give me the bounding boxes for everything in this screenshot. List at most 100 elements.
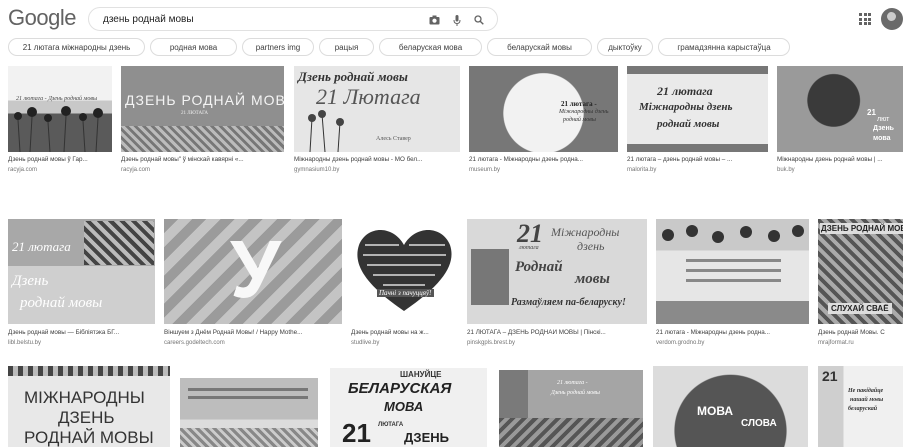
image-result[interactable]: Дзень роднай мовы 21 Лютага Алесь Ставер… bbox=[294, 66, 460, 180]
image-result[interactable]: 21 лютага Міжнародны дзень Роднай мовы Р… bbox=[467, 219, 647, 354]
search-box[interactable] bbox=[88, 7, 498, 31]
image-result[interactable]: 21 лютага - Міжнародны дзень роднай мовы… bbox=[469, 66, 618, 180]
image-result[interactable]: ДЗЕНЬ РОДНАЙ МОВЫ СЛУХАЙ СВАЁ Дзень родн… bbox=[818, 219, 903, 354]
image-result[interactable]: 21 лютага - Дзень роднай мовы Дзень родн… bbox=[8, 66, 112, 180]
result-thumbnail[interactable]: Пачні з пачуццяў! bbox=[351, 219, 458, 324]
result-source[interactable]: pinskgpls.brest.by bbox=[467, 339, 647, 347]
result-source[interactable]: libl.belstu.by bbox=[8, 339, 155, 347]
result-source[interactable]: museum.by bbox=[469, 166, 618, 174]
result-thumbnail[interactable]: 21 лютага - Міжнародны дзень роднай мовы bbox=[469, 66, 618, 152]
result-thumbnail[interactable] bbox=[180, 378, 318, 447]
result-source[interactable]: malorita.by bbox=[627, 166, 768, 174]
chip-related-search[interactable]: беларускай мовы bbox=[487, 38, 592, 56]
image-result[interactable]: 21 Не пакідайце нашай мовы беларускай bbox=[818, 366, 903, 447]
chip-related-search[interactable]: partners img bbox=[242, 38, 314, 56]
chip-related-search[interactable]: родная мова bbox=[150, 38, 237, 56]
result-source[interactable]: racyja.com bbox=[121, 166, 284, 174]
search-icon[interactable] bbox=[471, 12, 487, 28]
result-thumbnail[interactable]: ШАНУЙЦЕ БЕЛАРУСКАЯ МОВА 21 ЛЮТАГА ДЗЕНЬ bbox=[330, 368, 487, 447]
thumbnail-text: роднай мовы bbox=[657, 118, 720, 130]
result-thumbnail[interactable]: 21 лютага Міжнародны дзень Роднай мовы Р… bbox=[467, 219, 647, 324]
result-thumbnail[interactable]: 21 Не пакідайце нашай мовы беларускай bbox=[818, 366, 903, 447]
chip-related-search[interactable]: беларуская мова bbox=[379, 38, 482, 56]
image-result[interactable] bbox=[180, 378, 318, 447]
result-source[interactable]: racyja.com bbox=[8, 166, 112, 174]
image-result[interactable]: 21 лютага - Міжнародны дзень родна... ve… bbox=[656, 219, 809, 354]
image-result[interactable]: 21 лютага Дзень роднай мовы Дзень роднай… bbox=[8, 219, 155, 354]
camera-icon[interactable] bbox=[426, 12, 442, 28]
chip-related-search[interactable]: рацыя bbox=[319, 38, 374, 56]
thumbnail-text: 21 лютага bbox=[12, 239, 71, 254]
result-caption[interactable]: 21 лютага – дзень роднай мовы – ... bbox=[627, 156, 768, 164]
google-logo[interactable]: Google bbox=[8, 5, 76, 31]
result-source[interactable]: mrajformat.ru bbox=[818, 339, 903, 347]
thumbnail-text: ДЗЕНЬ РОДНАЙ МОВЫ bbox=[125, 92, 284, 108]
text-line bbox=[686, 269, 781, 272]
result-caption[interactable]: Дзень роднай мовы ў Гар... bbox=[8, 156, 112, 164]
account-avatar[interactable] bbox=[881, 8, 903, 30]
thumbnail-text: Міжнародны дзень bbox=[639, 101, 733, 113]
result-thumbnail[interactable]: ДЗЕНЬ РОДНАЙ МОВЫ 21 ЛЮТАГА bbox=[121, 66, 284, 152]
thumbnail-text: роднай мовы bbox=[20, 295, 103, 311]
chip-related-search[interactable]: грамадзянна карыстаўца bbox=[658, 38, 790, 56]
image-result[interactable]: 21 лют Дзень мова Міжнародны дзень родна… bbox=[777, 66, 903, 180]
image-result[interactable]: У Віншуем з Днём Роднай Мовы! / Happy Mo… bbox=[164, 219, 342, 354]
result-thumbnail[interactable]: 21 лютага Міжнародны дзень роднай мовы bbox=[627, 66, 768, 152]
result-caption[interactable]: 21 лютага - Міжнародны дзень родна... bbox=[656, 329, 809, 337]
result-caption[interactable]: Дзень роднай мовы" ў мінскай кавярні «..… bbox=[121, 156, 284, 164]
chip-related-search[interactable]: 21 лютага міжнародны дзень bbox=[8, 38, 145, 56]
ornament-pattern bbox=[180, 428, 318, 447]
thumbnail-text: 21 bbox=[867, 108, 876, 117]
thumbnail-text: Дзень роднай мовы bbox=[551, 390, 600, 396]
thumbnail-text: 21 лютага - Дзень роднай мовы bbox=[16, 96, 98, 102]
result-source[interactable]: studlive.by bbox=[351, 339, 458, 347]
flowers-graphic bbox=[308, 110, 344, 152]
result-thumbnail[interactable]: ДЗЕНЬ РОДНАЙ МОВЫ СЛУХАЙ СВАЁ bbox=[818, 219, 903, 324]
result-thumbnail[interactable]: МІЖНАРОДНЫ ДЗЕНЬ РОДНАЙ МОВЫ bbox=[8, 366, 170, 447]
result-caption[interactable]: Дзень роднай мовы на ж... bbox=[351, 329, 458, 337]
image-result[interactable]: Пачні з пачуццяў! Дзень роднай мовы на ж… bbox=[351, 219, 458, 354]
result-source[interactable]: buk.by bbox=[777, 166, 903, 174]
thumbnail-text: 21 bbox=[342, 418, 371, 447]
thumbnail-text: МОВА bbox=[697, 404, 734, 418]
thumbnail-text: У bbox=[230, 224, 282, 315]
image-result[interactable]: 21 лютага Міжнародны дзень роднай мовы 2… bbox=[627, 66, 768, 180]
result-thumbnail[interactable] bbox=[656, 219, 809, 324]
result-caption[interactable]: Дзень роднай Мовы. С bbox=[818, 329, 903, 337]
image-result[interactable]: 21 лютага - Дзень роднай мовы bbox=[499, 370, 643, 447]
result-caption[interactable]: 21 ЛЮТАГА – ДЗЕНЬ РОДНАЙ МОВЫ | Пінскі..… bbox=[467, 329, 647, 337]
result-source[interactable]: verdom.grodno.by bbox=[656, 339, 809, 347]
image-result[interactable]: ШАНУЙЦЕ БЕЛАРУСКАЯ МОВА 21 ЛЮТАГА ДЗЕНЬ bbox=[330, 368, 487, 447]
thumbnail-text: Размаўляем па-беларуску! bbox=[511, 297, 626, 308]
result-thumbnail[interactable]: 21 лют Дзень мова bbox=[777, 66, 903, 152]
thumbnail-text: ДЗЕНЬ РОДНАЙ МОВЫ bbox=[820, 223, 903, 234]
word-heart-graphic bbox=[357, 230, 452, 311]
result-source[interactable]: careers.godeltech.com bbox=[164, 339, 342, 347]
result-caption[interactable]: Дзень роднай мовы — Бібліятэка БГ... bbox=[8, 329, 155, 337]
search-input[interactable] bbox=[103, 11, 423, 27]
chip-related-search[interactable]: дыктоўку bbox=[597, 38, 653, 56]
result-thumbnail[interactable]: У bbox=[164, 219, 342, 324]
result-thumbnail[interactable]: МОВА СЛОВА bbox=[653, 366, 808, 447]
result-caption[interactable]: 21 лютага - Міжнародны дзень родна... bbox=[469, 156, 618, 164]
apps-icon[interactable] bbox=[859, 13, 871, 25]
result-caption[interactable]: Віншуем з Днём Роднай Мовы! / Happy Moth… bbox=[164, 329, 342, 337]
thumbnail-text: лютага bbox=[519, 245, 539, 251]
thumbnail-text: СЛОВА bbox=[741, 418, 777, 429]
result-thumbnail[interactable]: 21 лютага - Дзень роднай мовы bbox=[8, 66, 112, 152]
result-thumbnail[interactable]: 21 лютага - Дзень роднай мовы bbox=[499, 370, 643, 447]
image-result[interactable]: МІЖНАРОДНЫ ДЗЕНЬ РОДНАЙ МОВЫ bbox=[8, 366, 170, 447]
thumbnail-text: Дзень bbox=[12, 273, 49, 289]
thumbnail-text: Дзень bbox=[873, 125, 894, 132]
thumbnail-text: Не пакідайце bbox=[848, 388, 884, 394]
microphone-icon[interactable] bbox=[449, 12, 465, 28]
result-thumbnail[interactable]: 21 лютага Дзень роднай мовы bbox=[8, 219, 155, 324]
image-result[interactable]: ДЗЕНЬ РОДНАЙ МОВЫ 21 ЛЮТАГА Дзень роднай… bbox=[121, 66, 284, 180]
thumbnail-text: СЛУХАЙ СВАЁ bbox=[828, 303, 892, 314]
text-line bbox=[686, 259, 781, 262]
result-source[interactable]: gymnasium10.by bbox=[294, 166, 460, 174]
result-caption[interactable]: Міжнародны дзень роднай мовы - МО бел... bbox=[294, 156, 460, 164]
result-thumbnail[interactable]: Дзень роднай мовы 21 Лютага Алесь Ставер bbox=[294, 66, 460, 152]
image-result[interactable]: МОВА СЛОВА bbox=[653, 366, 808, 447]
result-caption[interactable]: Міжнародны дзень роднай мовы | ... bbox=[777, 156, 903, 164]
